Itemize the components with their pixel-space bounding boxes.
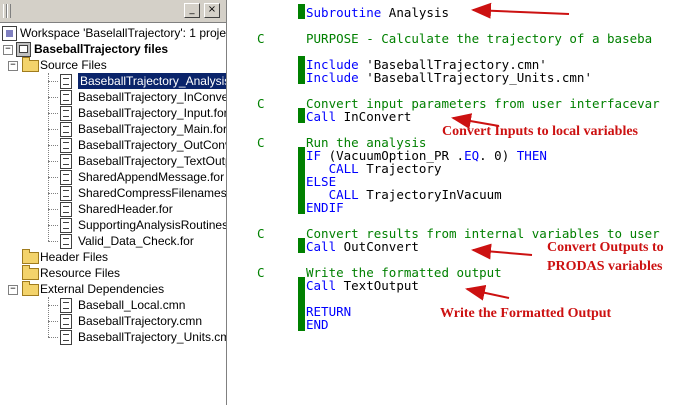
tree-connector (48, 193, 58, 194)
file-icon (60, 218, 72, 233)
tree-item-label: Source Files (40, 58, 107, 72)
tree-connector (48, 113, 58, 114)
file-icon (60, 74, 72, 89)
folder-open-icon (22, 57, 39, 72)
tree-item-f3[interactable]: BaseballTrajectory_Input.for (0, 105, 226, 121)
workspace-pane-titlebar: _ × (0, 0, 226, 23)
tree-item-e1[interactable]: Baseball_Local.cmn (0, 297, 226, 313)
arrow-to-textoutput (465, 284, 510, 301)
annotation-convert-outputs-1: Convert Outputs to (547, 240, 664, 255)
project-icon (16, 42, 31, 57)
tree-item-workspace[interactable]: Workspace 'BaselallTrajectory': 1 projec… (0, 25, 226, 41)
tree-item-f2[interactable]: BaseballTrajectory_InConvert. (0, 89, 226, 105)
tree-item-label: BaseballTrajectory_Analysis.fo (78, 73, 226, 89)
annotation-convert-outputs-2: PRODAS variables (547, 259, 663, 274)
tree-item-label: BaseballTrajectory_Units.cmn (78, 330, 227, 344)
annotation-formatted-output: Write the Formatted Output (440, 306, 612, 321)
annotation-arrows (451, 2, 570, 301)
file-icon (60, 122, 72, 137)
tree-item-label: Workspace 'BaselallTrajectory': 1 projec… (20, 26, 227, 40)
tree-item-f4[interactable]: BaseballTrajectory_Main.for (0, 121, 226, 137)
tree-item-label: Header Files (40, 250, 109, 264)
tree-item-label: SharedAppendMessage.for (78, 170, 225, 184)
tree-connector (48, 177, 58, 178)
folder-icon (22, 249, 39, 264)
tree-item-project[interactable]: − BaseballTrajectory files (0, 41, 226, 57)
file-icon (60, 154, 72, 169)
tree-item-f10[interactable]: SupportingAnalysisRoutines.fo (0, 217, 226, 233)
tree-item-f9[interactable]: SharedHeader.for (0, 201, 226, 217)
tree-item-label: BaseballTrajectory.cmn (78, 314, 203, 328)
arrow-to-outconvert (471, 243, 533, 260)
drag-grip[interactable] (7, 4, 11, 18)
tree-item-external-deps[interactable]: − External Dependencies (0, 281, 226, 297)
file-icon (60, 202, 72, 217)
file-icon (60, 90, 72, 105)
tree-item-label: Resource Files (40, 266, 121, 280)
file-icon (60, 186, 72, 201)
code-editor[interactable]: Subroutine Analysis C PURPOSE - Calculate … (227, 0, 676, 405)
file-icon (60, 330, 72, 345)
tree-item-label: External Dependencies (40, 282, 165, 296)
tree-connector (48, 337, 58, 338)
tree-item-f11[interactable]: Valid_Data_Check.for (0, 233, 226, 249)
tree-item-label: BaseballTrajectory_TextOutpu (78, 154, 227, 168)
tree-item-e2[interactable]: BaseballTrajectory.cmn (0, 313, 226, 329)
tree-item-label: Valid_Data_Check.for (78, 234, 194, 248)
tree-item-label: SharedCompressFilenames.for (78, 186, 227, 200)
tree-connector (48, 129, 58, 130)
workspace-pane: _ × Workspace 'BaselallTrajectory': 1 pr… (0, 0, 227, 405)
file-icon (60, 138, 72, 153)
workspace-icon (2, 26, 17, 41)
tree-item-e3[interactable]: BaseballTrajectory_Units.cmn (0, 329, 226, 345)
annotation-convert-inputs: Convert Inputs to local variables (442, 124, 638, 139)
folder-open-icon (22, 281, 39, 296)
file-icon (60, 314, 72, 329)
tree-item-label: BaseballTrajectory_InConvert. (78, 90, 227, 104)
tree-item-resource-files[interactable]: Resource Files (0, 265, 226, 281)
tree-connector (48, 73, 49, 241)
tree-item-label: Baseball_Local.cmn (78, 298, 186, 312)
tree-item-label: BaseballTrajectory files (34, 42, 169, 56)
tree-connector (48, 209, 58, 210)
tree-item-f6[interactable]: BaseballTrajectory_TextOutpu (0, 153, 226, 169)
tree-item-label: BaseballTrajectory_Main.for (78, 122, 227, 136)
tree-item-header-files[interactable]: Header Files (0, 249, 226, 265)
tree-connector (48, 97, 58, 98)
tree-connector (48, 225, 58, 226)
tree-connector (48, 81, 58, 82)
tree-item-label: BaseballTrajectory_OutConve (78, 138, 227, 152)
tree-connector (48, 241, 58, 242)
tree-item-f7[interactable]: SharedAppendMessage.for (0, 169, 226, 185)
collapse-toggle-icon[interactable]: − (3, 45, 13, 55)
file-icon (60, 170, 72, 185)
tree-connector (48, 161, 58, 162)
file-icon (60, 298, 72, 313)
arrow-to-subroutine (471, 2, 570, 19)
file-icon (60, 234, 72, 249)
file-icon (60, 106, 72, 121)
collapse-toggle-icon[interactable]: − (8, 285, 18, 295)
collapse-toggle-icon[interactable]: − (8, 61, 18, 71)
close-button[interactable]: × (204, 3, 220, 18)
tree-item-source-files[interactable]: − Source Files (0, 57, 226, 73)
tree-item-f1[interactable]: BaseballTrajectory_Analysis.fo (0, 73, 226, 89)
tree-connector (48, 145, 58, 146)
tree-item-label: SharedHeader.for (78, 202, 173, 216)
tree-item-label: SupportingAnalysisRoutines.fo (78, 218, 227, 232)
tree-item-label: BaseballTrajectory_Input.for (78, 106, 227, 120)
minimize-button[interactable]: _ (184, 3, 200, 18)
folder-icon (22, 265, 39, 280)
tree-connector (48, 305, 58, 306)
tree-item-f5[interactable]: BaseballTrajectory_OutConve (0, 137, 226, 153)
tree-connector (48, 297, 49, 337)
tree-item-f8[interactable]: SharedCompressFilenames.for (0, 185, 226, 201)
tree-connector (48, 321, 58, 322)
